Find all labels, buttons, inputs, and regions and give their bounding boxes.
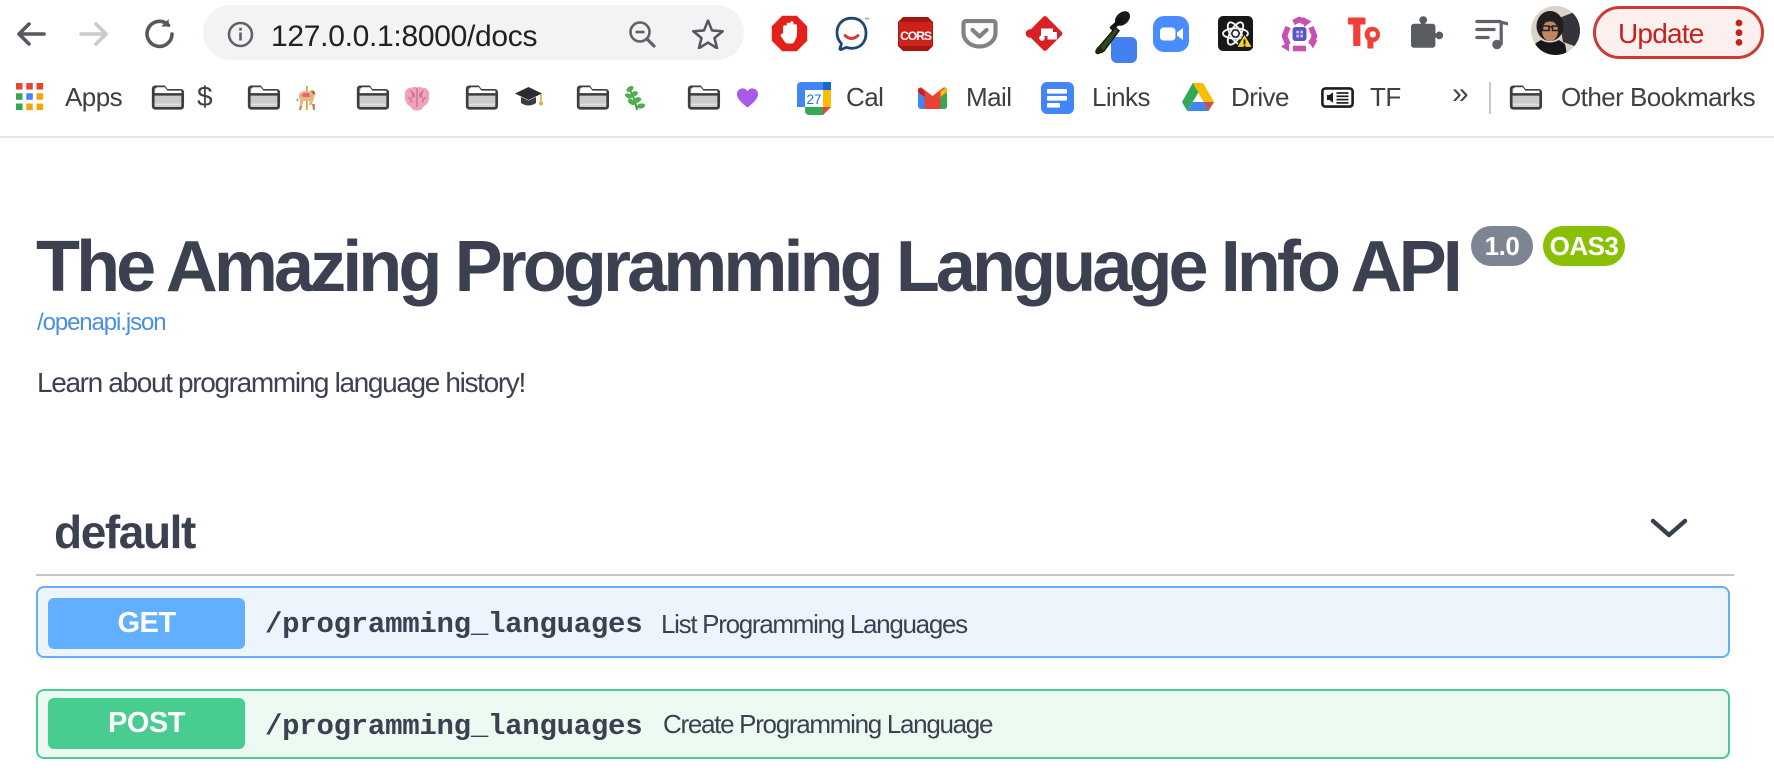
svg-text:27: 27 [806, 92, 821, 107]
svg-text:CORS: CORS [900, 29, 932, 43]
